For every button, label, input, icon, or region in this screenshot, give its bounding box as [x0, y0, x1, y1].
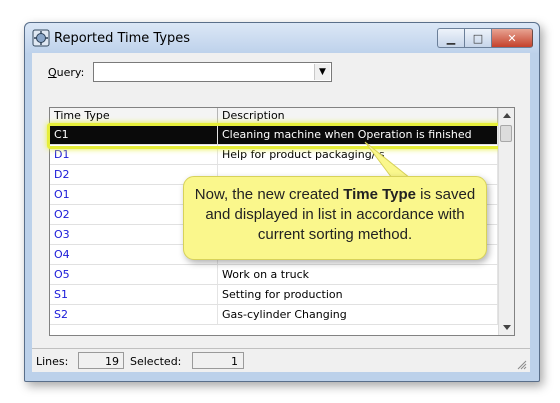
table-header: Time Type Description [50, 108, 498, 125]
time-type-cell: O5 [50, 265, 218, 284]
scrollbar-thumb[interactable] [500, 125, 512, 142]
time-type-cell: D1 [50, 145, 218, 164]
description-cell: Work on a truck [218, 265, 498, 284]
dropdown-arrow-button[interactable]: ▼ [314, 64, 330, 80]
query-dropdown[interactable]: ▼ [93, 62, 332, 82]
query-label: Query: [48, 66, 84, 79]
callout-pointer [364, 141, 412, 179]
scroll-down-button[interactable] [499, 320, 514, 335]
query-label-text: uery: [56, 66, 85, 79]
table-row-selected[interactable]: C1 Cleaning machine when Operation is fi… [47, 123, 505, 149]
scroll-up-button[interactable] [499, 108, 514, 123]
lines-count: 19 [78, 352, 124, 369]
title-bar[interactable]: Reported Time Types ▁ □ ✕ [25, 23, 539, 53]
window-title: Reported Time Types [54, 31, 191, 46]
description-cell: Gas-cylinder Changing [218, 305, 498, 324]
selected-count: 1 [192, 352, 244, 369]
window-controls: ▁ □ ✕ [437, 28, 533, 48]
maximize-icon: □ [472, 31, 484, 45]
table-row[interactable]: D1 Help for product packaging/ s [50, 145, 498, 165]
scroll-up-icon [502, 113, 511, 118]
status-bar: Lines: 19 Selected: 1 [32, 348, 530, 373]
description-cell: Setting for production [218, 285, 498, 304]
scroll-down-icon [502, 325, 511, 330]
minimize-icon: ▁ [446, 31, 456, 45]
minimize-button[interactable]: ▁ [437, 28, 464, 48]
column-header-description[interactable]: Description [218, 108, 498, 124]
resize-grip-icon[interactable] [516, 359, 527, 370]
app-icon [32, 29, 50, 47]
callout-text-bold: Time Type [343, 186, 417, 203]
time-type-cell: C1 [50, 125, 218, 144]
time-type-cell: S1 [50, 285, 218, 304]
maximize-button[interactable]: □ [464, 28, 491, 48]
time-type-cell: S2 [50, 305, 218, 324]
table-row[interactable]: S2 Gas-cylinder Changing [50, 305, 498, 325]
close-button[interactable]: ✕ [491, 28, 533, 48]
chevron-down-icon: ▼ [319, 67, 326, 77]
table-row[interactable]: O5 Work on a truck [50, 265, 498, 285]
vertical-scrollbar[interactable] [498, 108, 514, 335]
callout-tooltip: Now, the new created Time Type is saved … [183, 176, 487, 260]
selected-label: Selected: [130, 355, 182, 368]
callout-text-start: Now, the new created [194, 186, 344, 203]
table-row[interactable]: S1 Setting for production [50, 285, 498, 305]
close-icon: ✕ [507, 31, 517, 45]
query-label-accelerator: Q [48, 66, 57, 79]
lines-label: Lines: [36, 355, 69, 368]
column-header-time-type[interactable]: Time Type [50, 108, 218, 124]
